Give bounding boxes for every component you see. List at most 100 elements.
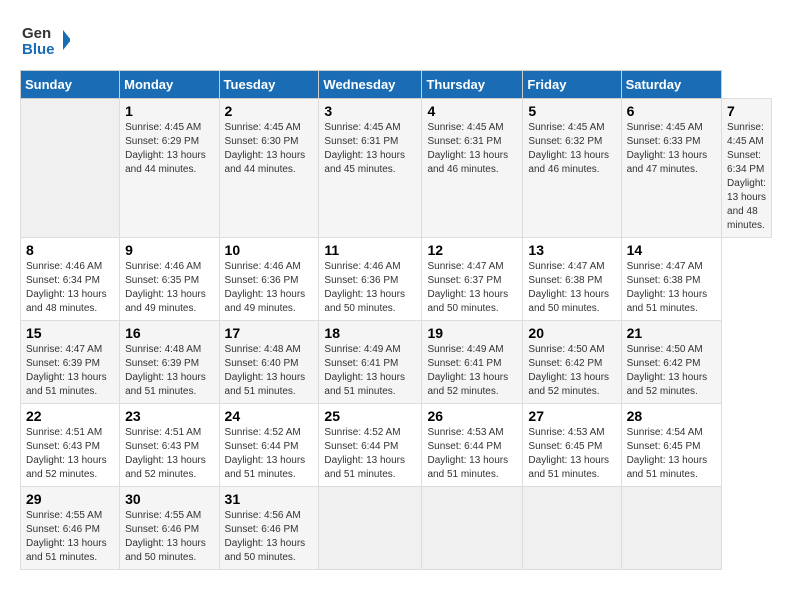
day-info: Sunrise: 4:46 AM Sunset: 6:34 PM Dayligh… bbox=[26, 260, 114, 316]
day-info: Sunrise: 4:46 AM Sunset: 6:35 PM Dayligh… bbox=[125, 260, 213, 316]
day-info: Sunrise: 4:55 AM Sunset: 6:46 PM Dayligh… bbox=[26, 509, 114, 565]
day-number: 31 bbox=[225, 491, 314, 507]
day-info: Sunrise: 4:54 AM Sunset: 6:45 PM Dayligh… bbox=[627, 426, 716, 482]
day-number: 16 bbox=[125, 325, 213, 341]
day-info: Sunrise: 4:47 AM Sunset: 6:38 PM Dayligh… bbox=[528, 260, 615, 316]
day-info: Sunrise: 4:45 AM Sunset: 6:32 PM Dayligh… bbox=[528, 121, 615, 177]
day-info: Sunrise: 4:47 AM Sunset: 6:37 PM Dayligh… bbox=[427, 260, 517, 316]
logo: Gen Blue bbox=[20, 20, 76, 60]
svg-text:Blue: Blue bbox=[22, 41, 55, 58]
calendar-cell: 1 Sunrise: 4:45 AM Sunset: 6:29 PM Dayli… bbox=[120, 99, 219, 238]
day-info: Sunrise: 4:45 AM Sunset: 6:29 PM Dayligh… bbox=[125, 121, 213, 177]
day-number: 26 bbox=[427, 408, 517, 424]
day-number: 9 bbox=[125, 242, 213, 258]
day-info: Sunrise: 4:52 AM Sunset: 6:44 PM Dayligh… bbox=[324, 426, 416, 482]
calendar-cell: 31 Sunrise: 4:56 AM Sunset: 6:46 PM Dayl… bbox=[219, 487, 319, 570]
day-info: Sunrise: 4:50 AM Sunset: 6:42 PM Dayligh… bbox=[627, 343, 716, 399]
day-number: 24 bbox=[225, 408, 314, 424]
day-info: Sunrise: 4:47 AM Sunset: 6:38 PM Dayligh… bbox=[627, 260, 716, 316]
day-number: 30 bbox=[125, 491, 213, 507]
day-info: Sunrise: 4:45 AM Sunset: 6:31 PM Dayligh… bbox=[324, 121, 416, 177]
calendar-cell: 11 Sunrise: 4:46 AM Sunset: 6:36 PM Dayl… bbox=[319, 238, 422, 321]
calendar-cell: 22 Sunrise: 4:51 AM Sunset: 6:43 PM Dayl… bbox=[21, 404, 120, 487]
day-info: Sunrise: 4:51 AM Sunset: 6:43 PM Dayligh… bbox=[125, 426, 213, 482]
calendar-cell: 28 Sunrise: 4:54 AM Sunset: 6:45 PM Dayl… bbox=[621, 404, 721, 487]
calendar-cell: 10 Sunrise: 4:46 AM Sunset: 6:36 PM Dayl… bbox=[219, 238, 319, 321]
day-info: Sunrise: 4:45 AM Sunset: 6:30 PM Dayligh… bbox=[225, 121, 314, 177]
day-info: Sunrise: 4:48 AM Sunset: 6:39 PM Dayligh… bbox=[125, 343, 213, 399]
calendar-cell bbox=[319, 487, 422, 570]
day-header-wednesday: Wednesday bbox=[319, 71, 422, 99]
calendar-cell: 17 Sunrise: 4:48 AM Sunset: 6:40 PM Dayl… bbox=[219, 321, 319, 404]
day-number: 3 bbox=[324, 103, 416, 119]
day-header-friday: Friday bbox=[523, 71, 621, 99]
day-info: Sunrise: 4:45 AM Sunset: 6:33 PM Dayligh… bbox=[627, 121, 716, 177]
day-header-sunday: Sunday bbox=[21, 71, 120, 99]
calendar-cell: 30 Sunrise: 4:55 AM Sunset: 6:46 PM Dayl… bbox=[120, 487, 219, 570]
day-info: Sunrise: 4:53 AM Sunset: 6:45 PM Dayligh… bbox=[528, 426, 615, 482]
day-info: Sunrise: 4:49 AM Sunset: 6:41 PM Dayligh… bbox=[427, 343, 517, 399]
day-info: Sunrise: 4:45 AM Sunset: 6:31 PM Dayligh… bbox=[427, 121, 517, 177]
page-header: Gen Blue bbox=[20, 20, 772, 60]
day-info: Sunrise: 4:45 AM Sunset: 6:34 PM Dayligh… bbox=[727, 121, 766, 233]
calendar-cell: 2 Sunrise: 4:45 AM Sunset: 6:30 PM Dayli… bbox=[219, 99, 319, 238]
calendar-cell: 18 Sunrise: 4:49 AM Sunset: 6:41 PM Dayl… bbox=[319, 321, 422, 404]
day-number: 27 bbox=[528, 408, 615, 424]
calendar-week-row: 22 Sunrise: 4:51 AM Sunset: 6:43 PM Dayl… bbox=[21, 404, 772, 487]
day-header-saturday: Saturday bbox=[621, 71, 721, 99]
day-header-monday: Monday bbox=[120, 71, 219, 99]
day-number: 19 bbox=[427, 325, 517, 341]
day-number: 5 bbox=[528, 103, 615, 119]
calendar-cell: 13 Sunrise: 4:47 AM Sunset: 6:38 PM Dayl… bbox=[523, 238, 621, 321]
calendar-cell: 26 Sunrise: 4:53 AM Sunset: 6:44 PM Dayl… bbox=[422, 404, 523, 487]
day-number: 21 bbox=[627, 325, 716, 341]
day-info: Sunrise: 4:49 AM Sunset: 6:41 PM Dayligh… bbox=[324, 343, 416, 399]
day-number: 18 bbox=[324, 325, 416, 341]
calendar-cell: 20 Sunrise: 4:50 AM Sunset: 6:42 PM Dayl… bbox=[523, 321, 621, 404]
calendar-cell: 25 Sunrise: 4:52 AM Sunset: 6:44 PM Dayl… bbox=[319, 404, 422, 487]
day-number: 8 bbox=[26, 242, 114, 258]
day-info: Sunrise: 4:48 AM Sunset: 6:40 PM Dayligh… bbox=[225, 343, 314, 399]
day-info: Sunrise: 4:56 AM Sunset: 6:46 PM Dayligh… bbox=[225, 509, 314, 565]
day-number: 23 bbox=[125, 408, 213, 424]
day-info: Sunrise: 4:46 AM Sunset: 6:36 PM Dayligh… bbox=[324, 260, 416, 316]
day-number: 15 bbox=[26, 325, 114, 341]
day-number: 7 bbox=[727, 103, 766, 119]
calendar-cell: 6 Sunrise: 4:45 AM Sunset: 6:33 PM Dayli… bbox=[621, 99, 721, 238]
calendar-cell: 14 Sunrise: 4:47 AM Sunset: 6:38 PM Dayl… bbox=[621, 238, 721, 321]
calendar-cell: 19 Sunrise: 4:49 AM Sunset: 6:41 PM Dayl… bbox=[422, 321, 523, 404]
calendar-cell: 15 Sunrise: 4:47 AM Sunset: 6:39 PM Dayl… bbox=[21, 321, 120, 404]
calendar-cell bbox=[21, 99, 120, 238]
day-number: 10 bbox=[225, 242, 314, 258]
day-info: Sunrise: 4:51 AM Sunset: 6:43 PM Dayligh… bbox=[26, 426, 114, 482]
day-number: 25 bbox=[324, 408, 416, 424]
day-info: Sunrise: 4:55 AM Sunset: 6:46 PM Dayligh… bbox=[125, 509, 213, 565]
day-number: 28 bbox=[627, 408, 716, 424]
calendar-week-row: 15 Sunrise: 4:47 AM Sunset: 6:39 PM Dayl… bbox=[21, 321, 772, 404]
day-number: 14 bbox=[627, 242, 716, 258]
header-row: SundayMondayTuesdayWednesdayThursdayFrid… bbox=[21, 71, 772, 99]
day-info: Sunrise: 4:50 AM Sunset: 6:42 PM Dayligh… bbox=[528, 343, 615, 399]
calendar-cell: 24 Sunrise: 4:52 AM Sunset: 6:44 PM Dayl… bbox=[219, 404, 319, 487]
day-number: 12 bbox=[427, 242, 517, 258]
calendar-week-row: 1 Sunrise: 4:45 AM Sunset: 6:29 PM Dayli… bbox=[21, 99, 772, 238]
calendar-cell: 5 Sunrise: 4:45 AM Sunset: 6:32 PM Dayli… bbox=[523, 99, 621, 238]
calendar-cell: 16 Sunrise: 4:48 AM Sunset: 6:39 PM Dayl… bbox=[120, 321, 219, 404]
calendar-cell: 27 Sunrise: 4:53 AM Sunset: 6:45 PM Dayl… bbox=[523, 404, 621, 487]
calendar-week-row: 29 Sunrise: 4:55 AM Sunset: 6:46 PM Dayl… bbox=[21, 487, 772, 570]
day-info: Sunrise: 4:46 AM Sunset: 6:36 PM Dayligh… bbox=[225, 260, 314, 316]
calendar-cell bbox=[523, 487, 621, 570]
day-number: 1 bbox=[125, 103, 213, 119]
day-number: 17 bbox=[225, 325, 314, 341]
day-number: 22 bbox=[26, 408, 114, 424]
calendar-cell: 4 Sunrise: 4:45 AM Sunset: 6:31 PM Dayli… bbox=[422, 99, 523, 238]
calendar-cell bbox=[422, 487, 523, 570]
day-number: 4 bbox=[427, 103, 517, 119]
day-info: Sunrise: 4:47 AM Sunset: 6:39 PM Dayligh… bbox=[26, 343, 114, 399]
day-info: Sunrise: 4:52 AM Sunset: 6:44 PM Dayligh… bbox=[225, 426, 314, 482]
calendar-table: SundayMondayTuesdayWednesdayThursdayFrid… bbox=[20, 70, 772, 570]
calendar-cell: 29 Sunrise: 4:55 AM Sunset: 6:46 PM Dayl… bbox=[21, 487, 120, 570]
calendar-cell: 23 Sunrise: 4:51 AM Sunset: 6:43 PM Dayl… bbox=[120, 404, 219, 487]
day-number: 2 bbox=[225, 103, 314, 119]
calendar-cell: 9 Sunrise: 4:46 AM Sunset: 6:35 PM Dayli… bbox=[120, 238, 219, 321]
